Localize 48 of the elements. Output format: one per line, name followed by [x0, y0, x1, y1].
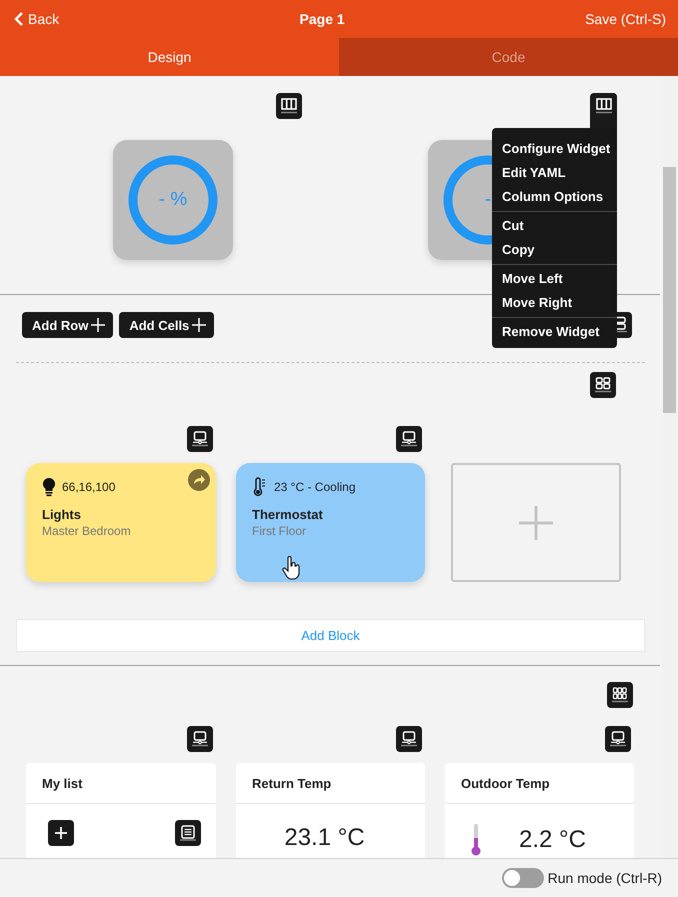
plus-icon: [517, 504, 555, 542]
menu-item[interactable]: Move Left: [492, 267, 617, 291]
card-title: My list: [42, 776, 82, 790]
gauge-value: - %: [158, 189, 188, 211]
grid-icon[interactable]: [607, 682, 633, 708]
cell-settings-icon[interactable]: [396, 426, 422, 452]
cell-settings-icon[interactable]: [396, 726, 422, 752]
grid-icon[interactable]: [590, 372, 616, 398]
cell-settings-icon[interactable]: [187, 726, 213, 752]
columns-icon[interactable]: [590, 93, 617, 128]
hand-cursor-icon: [282, 556, 302, 580]
run-mode-label: Run mode (Ctrl-R): [548, 870, 662, 886]
add-button[interactable]: Add Cells: [119, 312, 214, 338]
plus-icon: [91, 318, 106, 332]
cell-settings-icon[interactable]: [187, 426, 213, 452]
tab[interactable]: Design: [0, 38, 339, 76]
tile-title: Thermostat: [252, 507, 324, 522]
share-icon[interactable]: [188, 469, 210, 491]
thermometer-icon: [252, 477, 268, 497]
save-button[interactable]: Save (Ctrl-S): [585, 11, 666, 27]
run-mode-toggle[interactable]: [502, 868, 544, 888]
tile-subtitle: Master Bedroom: [42, 524, 132, 538]
page-title: Page 1: [300, 11, 345, 27]
tile-title: Lights: [42, 507, 82, 522]
list-icon[interactable]: [175, 820, 201, 846]
lightbulb-icon: [42, 477, 56, 497]
scrollbar-thumb[interactable]: [663, 167, 676, 413]
back-icon: [14, 12, 24, 26]
thermometer-icon: [471, 824, 481, 856]
menu-item[interactable]: Move Right: [492, 291, 617, 315]
back-button[interactable]: Back: [14, 11, 60, 27]
card-title: Outdoor Temp: [461, 776, 550, 790]
menu-item[interactable]: Remove Widget: [492, 320, 617, 344]
plus-icon: [192, 318, 206, 332]
tile-subtitle: First Floor: [252, 524, 307, 538]
tile-state: 66,16,100: [62, 480, 116, 494]
temperature-value: 2.2 °C: [519, 826, 586, 854]
tile-card[interactable]: 66,16,100 Lights Master Bedroom: [26, 463, 216, 582]
tile-state: 23 °C - Cooling: [274, 480, 356, 494]
temperature-value: 23.1 °C: [284, 824, 365, 852]
add-icon[interactable]: [48, 820, 74, 846]
columns-icon[interactable]: [276, 93, 302, 119]
add-tile-button[interactable]: [451, 463, 621, 582]
card-title: Return Temp: [252, 776, 332, 790]
add-button[interactable]: Add Row: [22, 312, 114, 338]
gauge-value: -: [484, 189, 492, 211]
cell-settings-icon[interactable]: [605, 726, 631, 752]
tile-card[interactable]: 23 °C - Cooling Thermostat First Floor: [236, 463, 425, 582]
